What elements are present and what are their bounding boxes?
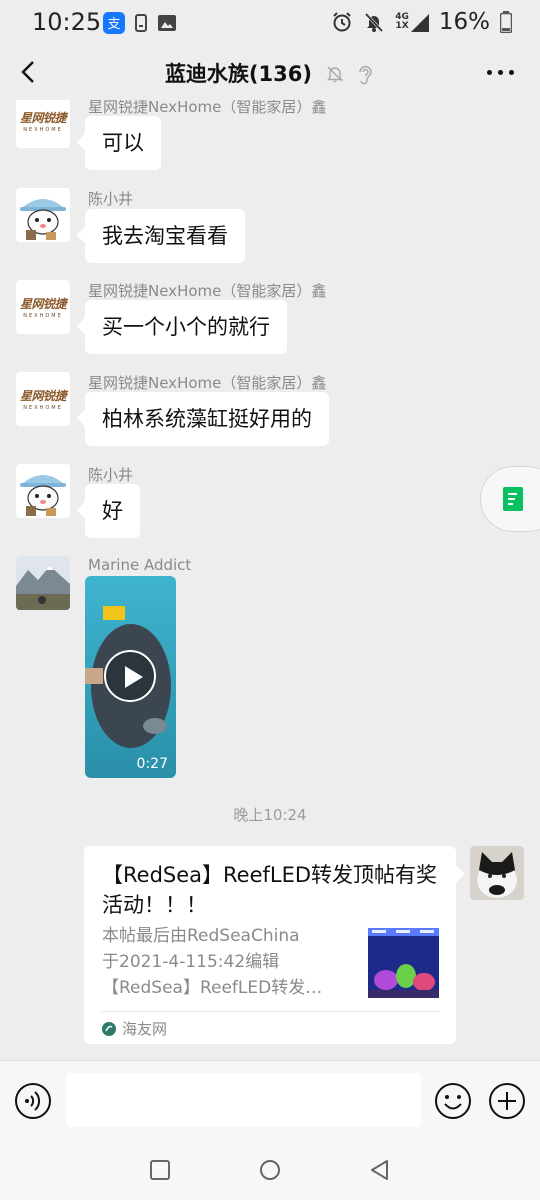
card-source: 海友网	[102, 1018, 167, 1039]
sender-name: 星网锐捷NexHome（智能家居）鑫	[88, 282, 327, 300]
status-time: 10:25	[32, 8, 102, 36]
status-bar: 10:25 支 4G 1X 16%	[0, 0, 540, 46]
message-input[interactable]	[66, 1073, 421, 1127]
sender-name: 星网锐捷NexHome（智能家居）鑫	[88, 100, 327, 116]
ear-icon	[359, 65, 372, 85]
more-button[interactable]	[487, 70, 514, 75]
alarm-icon	[333, 12, 351, 32]
aquarium-image	[368, 928, 439, 998]
nav-back-button[interactable]	[366, 1156, 394, 1184]
chat-header: 蓝迪水族(136)	[0, 46, 540, 100]
timestamp: 晚上10:24	[233, 806, 307, 824]
video-message[interactable]: 0:27	[85, 576, 176, 778]
avatar[interactable]	[16, 464, 70, 518]
message-bubble[interactable]: 可以	[85, 116, 161, 170]
source-logo-icon	[102, 1021, 116, 1036]
voice-icon	[15, 1083, 51, 1119]
system-nav-bar	[0, 1140, 540, 1200]
link-card[interactable]: 【RedSea】ReefLED转发顶帖有奖活动！！！ 本帖最后由RedSeaCh…	[84, 846, 456, 1044]
sender-name: 星网锐捷NexHome（智能家居）鑫	[88, 374, 327, 392]
battery-percent: 16%	[438, 9, 490, 35]
emoji-icon	[435, 1083, 471, 1119]
svg-text:支: 支	[107, 17, 120, 32]
recents-icon	[150, 1160, 170, 1180]
recents-button[interactable]	[146, 1156, 174, 1184]
message-bubble[interactable]: 买一个小个的就行	[85, 300, 287, 354]
notifications-off-icon	[365, 12, 384, 33]
message-bubble[interactable]: 柏林系统藻缸挺好用的	[85, 392, 329, 446]
sender-name: 陈小井	[88, 190, 134, 208]
home-icon	[260, 1160, 280, 1180]
mute-icon	[326, 66, 344, 83]
landscape-photo	[16, 556, 70, 610]
cartoon-avatar-image	[16, 188, 70, 242]
chat-area[interactable]: 星网锐捷 NEXHOME 星网锐捷NexHome（智能家居）鑫 可以 陈小井 我…	[0, 100, 540, 1060]
avatar[interactable]: 星网锐捷 NEXHOME	[16, 280, 70, 334]
my-avatar[interactable]	[470, 846, 524, 900]
alipay-icon: 支	[103, 12, 125, 34]
chat-title[interactable]: 蓝迪水族(136)	[165, 62, 312, 86]
battery-icon	[500, 11, 512, 33]
sender-name: Marine Addict	[88, 556, 192, 574]
home-button[interactable]	[256, 1156, 284, 1184]
network-type: 4G 1X	[395, 12, 429, 32]
avatar[interactable]: 星网锐捷 NEXHOME	[16, 100, 70, 148]
nav-back-icon	[371, 1160, 388, 1180]
video-duration: 0:27	[136, 756, 168, 772]
image-icon	[158, 15, 176, 31]
cartoon-avatar-image	[16, 464, 70, 518]
card-title: 【RedSea】ReefLED转发顶帖有奖活动！！！	[102, 863, 438, 917]
card-description: 本帖最后由RedSeaChina 于2021-4-115:42编辑 【RedSe…	[102, 926, 323, 998]
avatar[interactable]: 星网锐捷 NEXHOME	[16, 372, 70, 426]
message-bubble[interactable]: 我去淘宝看看	[85, 209, 245, 263]
sender-name: 陈小井	[88, 466, 134, 484]
emoji-button[interactable]	[434, 1082, 472, 1120]
phone-icon	[135, 14, 147, 32]
more-icon	[487, 70, 492, 75]
avatar[interactable]	[16, 556, 70, 610]
more-functions-button[interactable]	[488, 1082, 526, 1120]
card-thumbnail	[368, 928, 439, 998]
plus-icon	[489, 1083, 525, 1119]
signal-icon	[410, 14, 429, 32]
cat-photo	[470, 846, 524, 900]
voice-button[interactable]	[14, 1082, 52, 1120]
play-icon[interactable]	[104, 650, 156, 702]
floating-note-button[interactable]	[480, 466, 540, 532]
document-icon	[503, 487, 523, 511]
avatar[interactable]	[16, 188, 70, 242]
input-bar	[0, 1060, 540, 1140]
message-bubble[interactable]: 好	[85, 484, 140, 538]
